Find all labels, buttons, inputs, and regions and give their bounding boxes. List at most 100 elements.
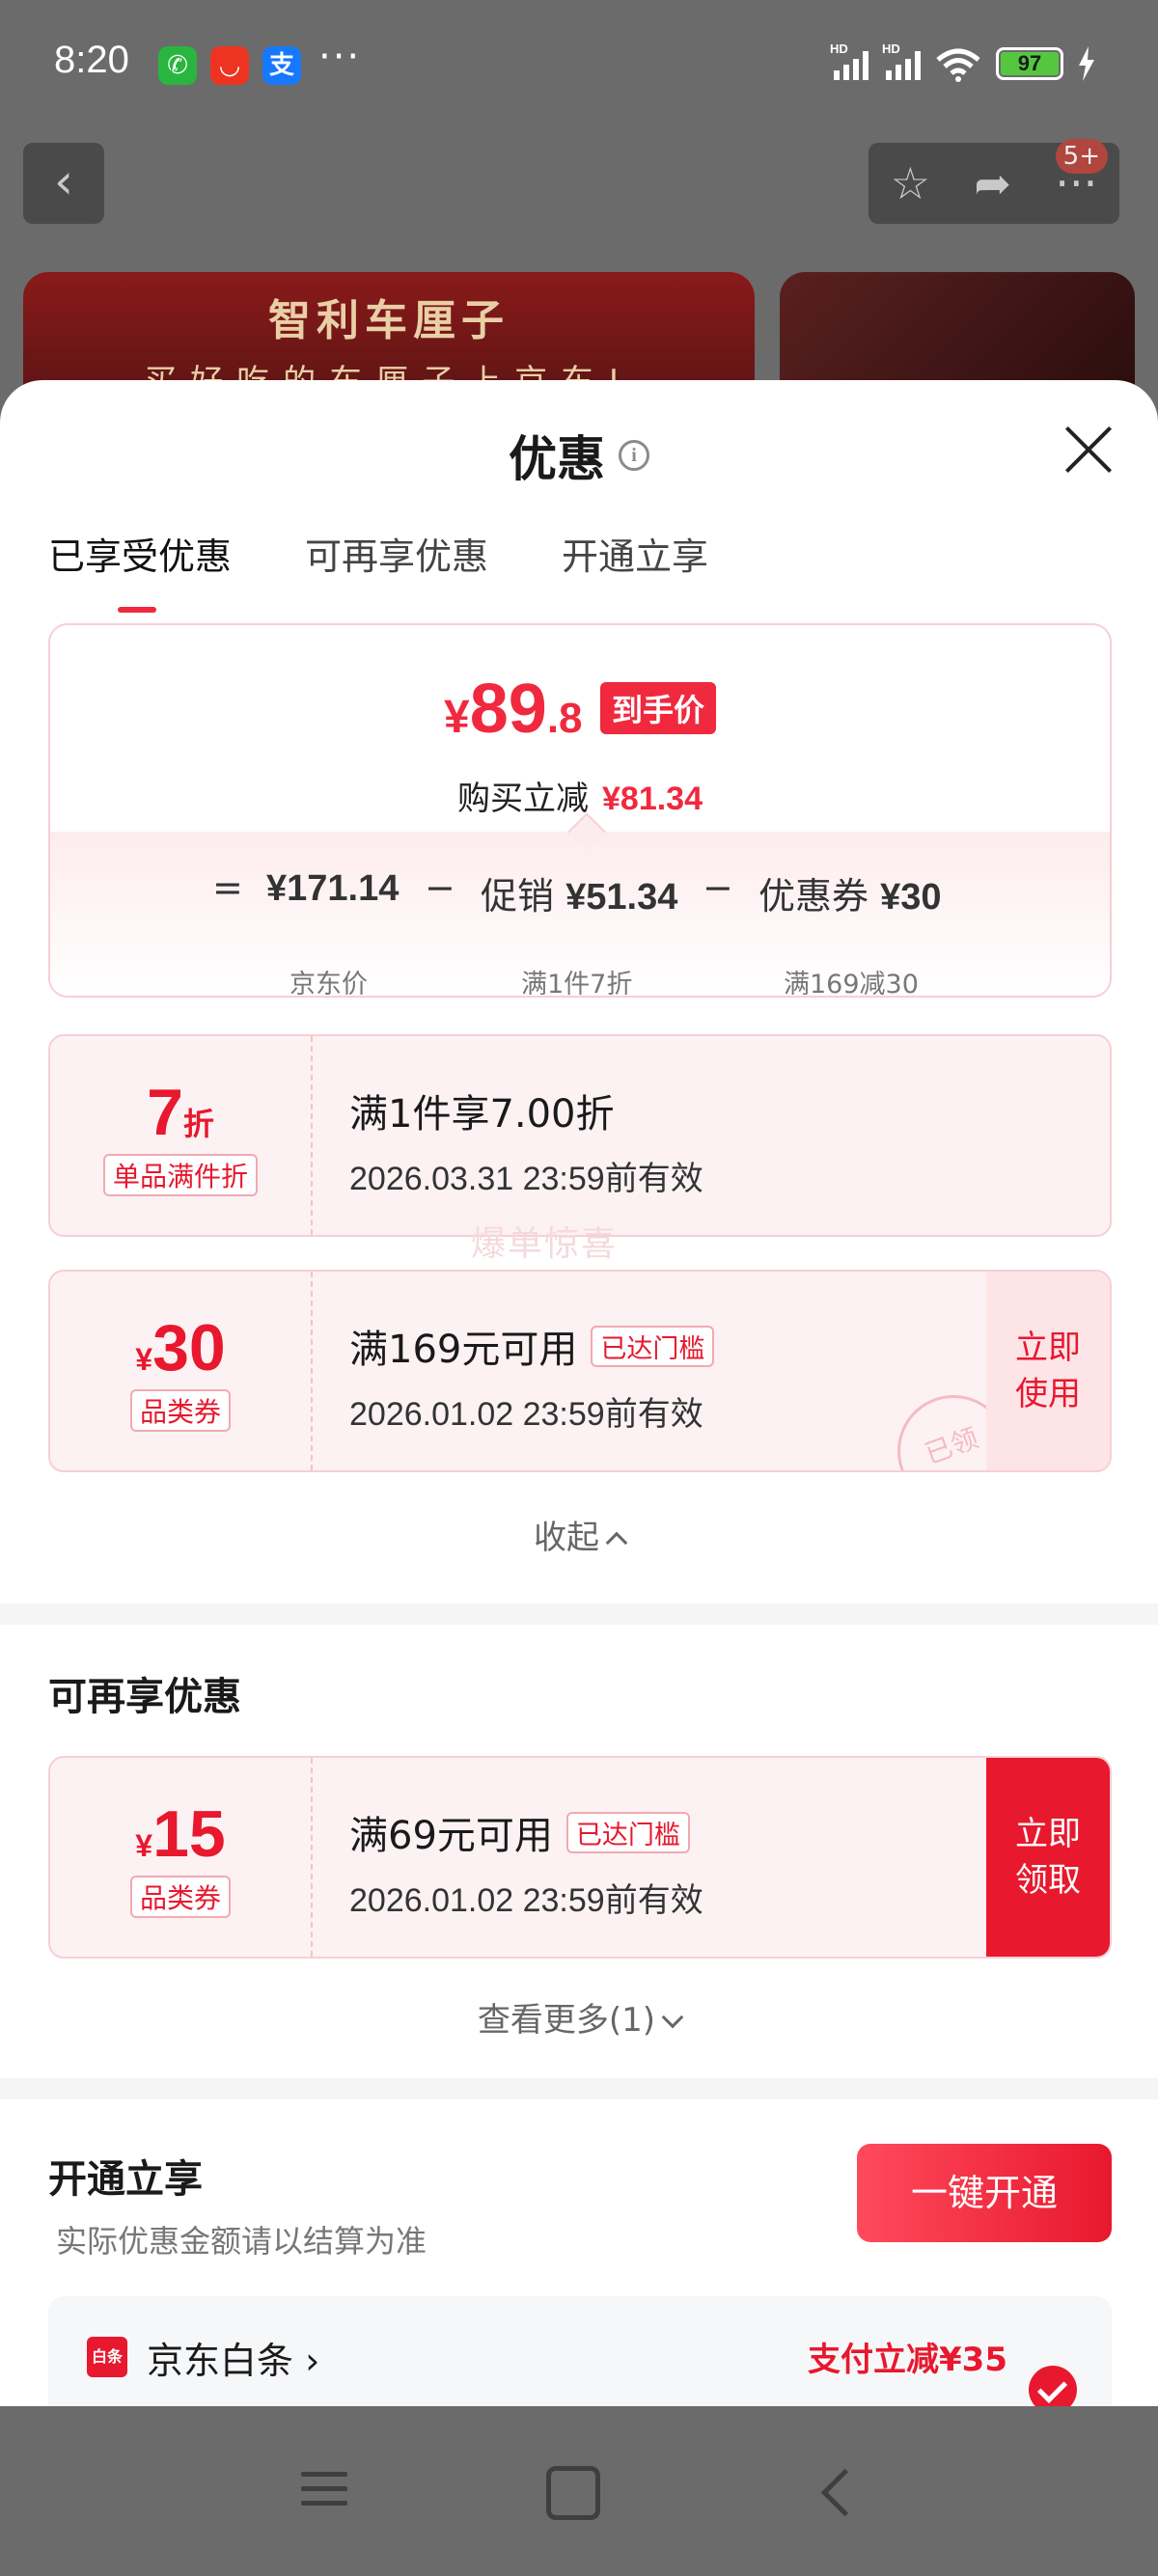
open-now-title: 开通立享: [48, 2157, 203, 2202]
price-breakdown: = ¥171.14 − 促销 ¥51.34 − 优惠券 ¥30 京东价 满1件7…: [50, 832, 1110, 998]
coupon-currency: ¥: [135, 1828, 153, 1863]
charging-icon: [1079, 46, 1094, 81]
recent-apps-icon[interactable]: [295, 2464, 353, 2522]
promo-sub: 满1件7折: [521, 970, 633, 998]
wechat-icon: ✆: [158, 46, 197, 85]
price-integer: 89: [469, 671, 547, 748]
coupon-title: 满69元可用: [349, 1814, 553, 1858]
baitiao-logo: 白条: [87, 2337, 127, 2377]
coupon-sub: 满169减30: [784, 970, 919, 998]
threshold-badge: 已达门槛: [565, 1811, 690, 1853]
claim-now-button[interactable]: 立即 领取: [986, 1758, 1110, 1957]
coupon-expiry: 2026.03.31 23:59前有效: [349, 1161, 703, 1197]
reduction-label: 购买立减: [457, 780, 589, 818]
minus-sign: −: [425, 866, 455, 909]
signal-hd-label: HD: [830, 41, 848, 56]
coupon-amount: ¥30: [880, 877, 942, 918]
minus-sign-2: −: [703, 866, 733, 909]
tab-more-discounts[interactable]: 可再享优惠: [305, 527, 488, 580]
coupon-label: 优惠券: [758, 875, 869, 918]
promo-amount: ¥51.34: [565, 877, 678, 918]
coupon-value: 7折: [50, 1075, 311, 1150]
promo: 促销 ¥51.34: [481, 866, 677, 919]
coupon-value-number: 30: [152, 1311, 226, 1384]
open-now-subtitle: 实际优惠金额请以结算为准: [56, 2223, 427, 2260]
final-price: ¥ 89 .8 到手价: [50, 670, 1110, 749]
coupon: 优惠券 ¥30: [758, 866, 942, 919]
see-more-label: 查看更多(1): [477, 2001, 656, 2040]
baitiao-offer: 支付立减¥35: [808, 2341, 1007, 2379]
price-summary: ¥ 89 .8 到手价 购买立减 ¥81.34 = ¥171.14 − 促销 ¥5…: [48, 623, 1112, 998]
jd-price-label: 京东价: [290, 970, 368, 998]
coupon-card-category-15: ¥15 品类券 满69元可用 已达门槛 2026.01.02 23:59前有效 立…: [48, 1756, 1112, 1959]
alipay-icon: 支: [262, 46, 301, 85]
signal-icon: HD: [830, 41, 868, 80]
tab-enjoyed[interactable]: 已享受优惠: [48, 527, 232, 613]
coupon-value-suffix: 折: [182, 1107, 214, 1141]
coupon-title: 满1件享7.00折: [349, 1092, 615, 1137]
home-icon[interactable]: [546, 2466, 600, 2520]
coupon-value: ¥15: [50, 1796, 311, 1872]
taobao-icon: ◡: [210, 46, 249, 85]
banner-title: 智利车厘子: [268, 296, 510, 345]
discount-tabs: 已享受优惠 可再享优惠 开通立享: [48, 527, 708, 613]
coupon-card-category-30: ¥30 品类券 满169元可用 已达门槛 2026.01.02 23:59前有效 …: [48, 1270, 1112, 1472]
instant-reduction: 购买立减 ¥81.34: [50, 772, 1110, 819]
price-yen: ¥: [444, 692, 470, 743]
battery-level: 97: [1001, 52, 1059, 75]
coupon-type: 品类券: [129, 1389, 231, 1432]
section-divider: [0, 1603, 1158, 1625]
coupon-value-number: 7: [147, 1076, 183, 1149]
reduction-amount: ¥81.34: [602, 781, 703, 817]
status-bar: 8:20 ✆ ◡ 支 ··· HD HD 97: [0, 0, 1158, 135]
coupon-type: 单品满件折: [102, 1154, 258, 1196]
discount-sheet: 优惠 i 已享受优惠 可再享优惠 开通立享 ¥ 89 .8 到手价 购买立减 ¥8…: [0, 380, 1158, 2406]
baitiao-name[interactable]: 京东白条 ›: [147, 2331, 319, 2384]
more-discounts-title: 可再享优惠: [48, 1675, 241, 1719]
coupon-currency: ¥: [135, 1342, 153, 1377]
jd-price: ¥171.14: [266, 866, 399, 910]
one-click-open-button[interactable]: 一键开通: [857, 2144, 1112, 2242]
status-time: 8:20: [54, 39, 129, 81]
back-button[interactable]: ‹: [23, 143, 104, 224]
equals-sign: =: [212, 866, 243, 909]
coupon-expiry: 2026.01.02 23:59前有效: [349, 1396, 703, 1433]
coupon-card-discount: 7折 单品满件折 满1件享7.00折 2026.03.31 23:59前有效: [48, 1034, 1112, 1237]
coupon-value: ¥30: [50, 1310, 311, 1385]
tab-open-now[interactable]: 开通立享: [562, 527, 708, 580]
back-icon[interactable]: [811, 2464, 868, 2522]
section-divider-2: [0, 2078, 1158, 2099]
share-icon[interactable]: ➦: [974, 157, 1011, 209]
status-indicators: HD HD 97: [830, 41, 1096, 85]
check-icon[interactable]: [1029, 2366, 1077, 2406]
see-more-toggle[interactable]: 查看更多(1): [0, 1993, 1158, 2041]
battery-icon: 97: [996, 47, 1063, 80]
coupon-value-number: 15: [152, 1797, 226, 1871]
coupon-type: 品类券: [129, 1876, 231, 1918]
jd-price-value: ¥171.14: [266, 868, 400, 909]
use-now-button[interactable]: 立即 使用: [986, 1272, 1110, 1470]
product-header: ‹ ☆ ➦ ··· 5+: [0, 139, 1158, 230]
close-icon[interactable]: [1063, 425, 1114, 475]
sheet-header: 优惠 i: [0, 421, 1158, 490]
collapse-label: 收起: [534, 1519, 599, 1557]
collapse-toggle[interactable]: 收起: [0, 1511, 1158, 1558]
notification-badge: 5+: [1055, 139, 1108, 174]
sheet-title: 优惠: [509, 431, 605, 487]
final-price-tag: 到手价: [599, 682, 716, 734]
wifi-icon: [936, 48, 980, 82]
chevron-down-icon: [661, 2006, 684, 2029]
coupon-title: 满169元可用: [349, 1328, 578, 1372]
system-nav-bar: [0, 2406, 1158, 2576]
info-icon[interactable]: i: [619, 440, 649, 471]
baitiao-offer-card[interactable]: 白条 京东白条 › 支付立减¥35: [48, 2296, 1112, 2406]
signal-hd-label-2: HD: [882, 41, 900, 56]
promo-label: 促销: [481, 875, 555, 918]
header-tools: ☆ ➦ ··· 5+: [868, 139, 1119, 224]
chevron-up-icon: [605, 1531, 628, 1554]
price-decimal: .8: [546, 695, 583, 742]
more-notifications-icon: ···: [318, 35, 362, 79]
coupon-expiry: 2026.01.02 23:59前有效: [349, 1882, 703, 1919]
signal-icon-2: HD: [882, 41, 921, 80]
favorite-icon[interactable]: ☆: [891, 157, 930, 209]
